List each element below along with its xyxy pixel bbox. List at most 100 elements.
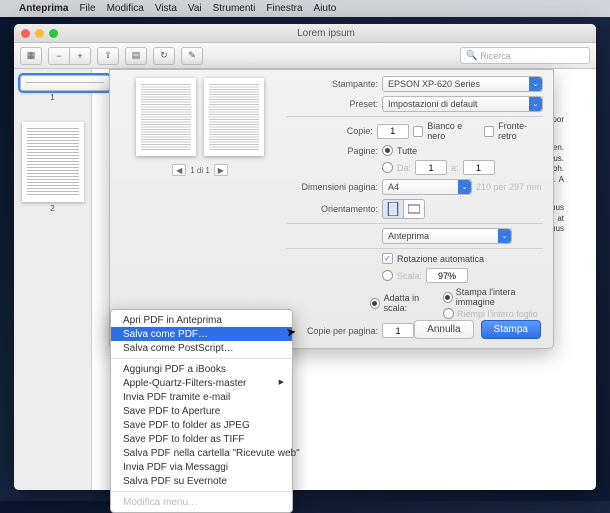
- menu-edit-menu[interactable]: Modifica menu…: [111, 495, 292, 509]
- papersize-label: Dimensioni pagina:: [286, 182, 378, 192]
- search-placeholder: Ricerca: [480, 51, 511, 61]
- menu-save-as-pdf[interactable]: Salva come PDF…: [111, 327, 292, 341]
- scale-radio[interactable]: [382, 270, 393, 281]
- thumbnail-sidebar: 1 2: [14, 69, 92, 490]
- cancel-button[interactable]: Annulla: [414, 320, 473, 339]
- chevron-down-icon: ⌄: [498, 229, 511, 243]
- pages-label: Pagine:: [286, 146, 378, 156]
- preview-page: [136, 78, 196, 156]
- pages-all-radio[interactable]: [382, 145, 393, 156]
- fit-fill-radio[interactable]: [443, 308, 454, 319]
- duplex-label: Fronte-retro: [498, 121, 543, 141]
- menu-quartz-filters[interactable]: Apple-Quartz-Filters-master: [111, 376, 292, 390]
- menu-file[interactable]: File: [79, 3, 95, 14]
- zoom-in-button[interactable]: +: [69, 47, 91, 65]
- fit-whole-radio[interactable]: [443, 292, 453, 303]
- bw-checkbox[interactable]: [413, 126, 423, 137]
- zoom-icon[interactable]: [49, 29, 58, 38]
- highlight-button[interactable]: ▤: [125, 47, 147, 65]
- pages-from-input[interactable]: [415, 160, 447, 175]
- landscape-icon[interactable]: [403, 199, 425, 219]
- fit-fill-label: Riempi l'intero foglio: [457, 309, 538, 319]
- menu-help[interactable]: Aiuto: [314, 3, 337, 14]
- sidebar-toggle-button[interactable]: ▦: [20, 47, 42, 65]
- thumb-page-2[interactable]: [22, 122, 84, 202]
- app-name[interactable]: Anteprima: [19, 3, 68, 14]
- section-value: Anteprima: [388, 231, 429, 241]
- cpp-input[interactable]: [382, 323, 414, 338]
- menu-save-aperture[interactable]: Save PDF to Aperture: [111, 404, 292, 418]
- papersize-dim: 210 per 297 mm: [476, 182, 542, 192]
- scale-label: Scala:: [397, 271, 422, 281]
- menu-send-messages[interactable]: Invia PDF via Messaggi: [111, 460, 292, 474]
- menu-window[interactable]: Finestra: [266, 3, 302, 14]
- preview-nav: ◀ 1 di 1 ▶: [120, 164, 280, 176]
- prev-page-button[interactable]: ◀: [172, 164, 186, 176]
- close-icon[interactable]: [21, 29, 30, 38]
- menu-save-web-receipts[interactable]: Salva PDF nella cartella "Ricevute web": [111, 446, 292, 460]
- preset-label: Preset:: [286, 99, 378, 109]
- menu-mail-pdf[interactable]: Invia PDF tramite e-mail: [111, 390, 292, 404]
- fit-label: Adatta in scala:: [384, 293, 437, 313]
- menu-save-evernote[interactable]: Salva PDF su Evernote: [111, 474, 292, 488]
- print-fields: Stampante: EPSON XP-620 Series⌄ Preset: …: [286, 76, 543, 342]
- portrait-icon[interactable]: [382, 199, 404, 219]
- papersize-value: A4: [388, 182, 399, 192]
- printer-value: EPSON XP-620 Series: [388, 79, 480, 89]
- autorotate-label: Rotazione automatica: [397, 254, 484, 264]
- chevron-down-icon: ⌄: [529, 97, 542, 111]
- pages-to-input[interactable]: [463, 160, 495, 175]
- printer-label: Stampante:: [286, 79, 378, 89]
- preview-page: [204, 78, 264, 156]
- thumb-label-1: 1: [20, 93, 85, 102]
- scale-input[interactable]: [426, 268, 468, 283]
- markup-button[interactable]: ✎: [181, 47, 203, 65]
- print-preview: ◀ 1 di 1 ▶: [120, 78, 280, 176]
- search-icon: 🔍: [466, 50, 477, 61]
- pdf-menu: Apri PDF in Anteprima Salva come PDF… Sa…: [110, 309, 293, 513]
- next-page-button[interactable]: ▶: [214, 164, 228, 176]
- menu-save-jpeg[interactable]: Save PDF to folder as JPEG: [111, 418, 292, 432]
- copies-input[interactable]: [377, 124, 409, 139]
- printer-select[interactable]: EPSON XP-620 Series ⌄: [382, 76, 543, 92]
- preview-window: Lorem ipsum ▦ − + ⇪ ▤ ↻ ✎ 🔍 Ricerca 1 2: [14, 24, 596, 490]
- cursor-icon: ➤: [285, 324, 297, 339]
- section-select[interactable]: Anteprima ⌄: [382, 228, 512, 244]
- menu-edit[interactable]: Modifica: [107, 3, 144, 14]
- menu-tools[interactable]: Strumenti: [213, 3, 256, 14]
- search-input[interactable]: 🔍 Ricerca: [460, 47, 590, 64]
- traffic-lights: [21, 29, 58, 38]
- fit-whole-label: Stampa l'intera immagine: [456, 287, 543, 307]
- window-title: Lorem ipsum: [63, 28, 589, 39]
- preview-page-indicator: 1 di 1: [190, 166, 210, 175]
- menu-open-preview[interactable]: Apri PDF in Anteprima: [111, 313, 292, 327]
- duplex-checkbox[interactable]: [484, 126, 494, 137]
- fit-radio[interactable]: [370, 298, 380, 309]
- autorotate-checkbox[interactable]: ✓: [382, 253, 393, 264]
- zoom-group: − +: [48, 47, 91, 65]
- chevron-down-icon: ⌄: [529, 77, 542, 91]
- print-sheet: ◀ 1 di 1 ▶ Stampante: EPSON XP-620 Serie…: [109, 69, 554, 349]
- thumb-label-2: 2: [20, 204, 85, 213]
- thumb-page-1[interactable]: [20, 75, 110, 91]
- menu-save-tiff[interactable]: Save PDF to folder as TIFF: [111, 432, 292, 446]
- menu-save-postscript[interactable]: Salva come PostScript…: [111, 341, 292, 355]
- chevron-down-icon: ⌄: [458, 180, 471, 194]
- rotate-button[interactable]: ↻: [153, 47, 175, 65]
- pages-from-label: Da:: [397, 163, 411, 173]
- share-button[interactable]: ⇪: [97, 47, 119, 65]
- pages-range-radio[interactable]: [382, 162, 393, 173]
- menu-view[interactable]: Vista: [155, 3, 177, 14]
- bw-label: Bianco e nero: [427, 121, 479, 141]
- print-button[interactable]: Stampa: [481, 320, 541, 339]
- papersize-select[interactable]: A4 ⌄: [382, 179, 472, 195]
- toolbar: ▦ − + ⇪ ▤ ↻ ✎ 🔍 Ricerca: [14, 43, 596, 69]
- orientation-toggle[interactable]: [382, 199, 425, 219]
- zoom-out-button[interactable]: −: [48, 47, 70, 65]
- menu-add-ibooks[interactable]: Aggiungi PDF a iBooks: [111, 362, 292, 376]
- pages-all-label: Tutte: [397, 146, 417, 156]
- cpp-label: Copie per pagina:: [286, 326, 378, 336]
- minimize-icon[interactable]: [35, 29, 44, 38]
- preset-select[interactable]: Impostazioni di default⌄: [382, 96, 543, 112]
- menu-go[interactable]: Vai: [188, 3, 202, 14]
